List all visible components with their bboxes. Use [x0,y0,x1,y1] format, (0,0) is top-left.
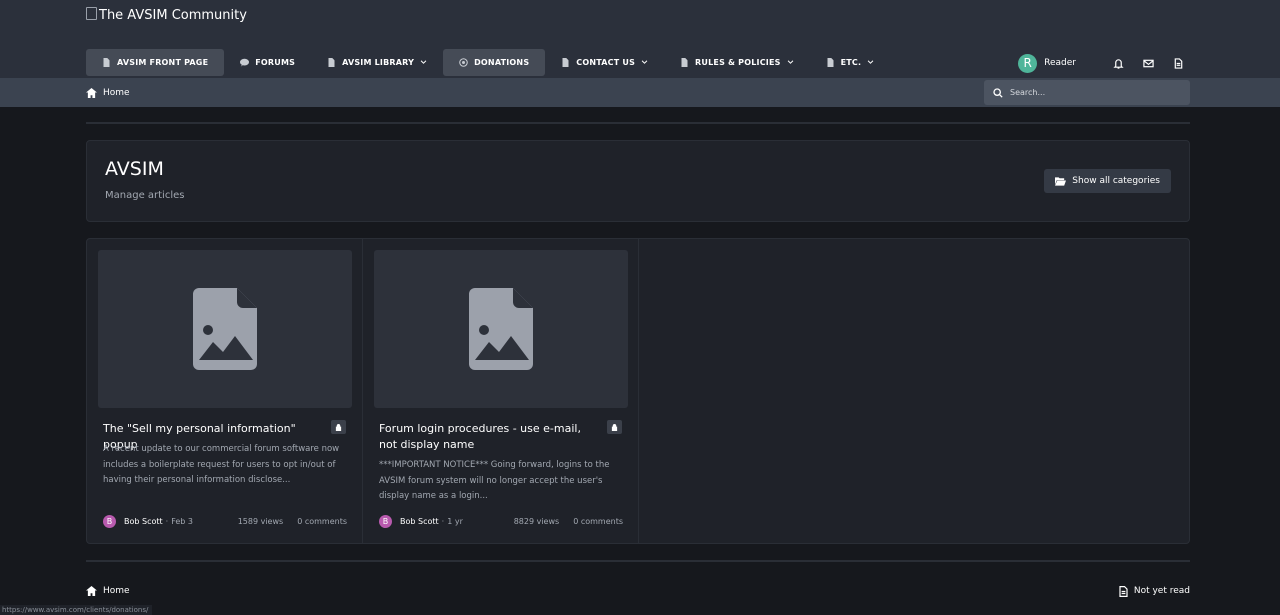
page-subtitle: Manage articles [105,190,185,201]
article-comments[interactable]: 0 comments [573,517,623,526]
image-file-icon [193,288,257,370]
footer-breadcrumb[interactable]: Home [86,585,130,597]
document-icon[interactable] [1173,57,1184,69]
chevron-down-icon [867,60,874,64]
article-card[interactable]: Forum login procedures - use e-mail, not… [363,239,639,543]
lock-badge [331,420,346,434]
donation-icon [459,58,468,67]
site-logo[interactable]: The AVSIM Community [86,7,247,23]
nav-label: AVSIM FRONT PAGE [117,58,209,67]
category-header: AVSIM Manage articles Show all categorie… [86,140,1190,222]
document-icon [681,58,688,67]
nav-etc[interactable]: ETC. [810,49,891,76]
breadcrumb-home[interactable]: Home [103,88,130,98]
document-icon [328,58,335,67]
author-name[interactable]: Bob Scott [400,517,439,526]
not-yet-read-link[interactable]: Not yet read [1119,585,1190,597]
image-file-icon [469,288,533,370]
logo-text: The AVSIM Community [99,8,247,23]
search-input[interactable] [1010,88,1170,97]
chevron-down-icon [420,60,427,64]
user-avatar[interactable]: R [1018,53,1038,73]
nav-label: DONATIONS [474,58,530,67]
user-area: R Reader [1018,53,1184,73]
broken-image-icon [86,7,97,20]
nav-rules-policies[interactable]: RULES & POLICIES [664,49,810,76]
divider [86,122,1190,124]
home-icon [86,586,97,596]
chevron-down-icon [641,60,648,64]
breadcrumb[interactable]: Home [86,78,130,107]
lock-icon [335,423,342,431]
article-thumbnail[interactable] [98,250,352,408]
show-all-categories-label: Show all categories [1072,176,1160,186]
main-nav: AVSIM FRONT PAGE FORUMS AVSIM LIBRARY DO… [86,49,890,76]
search-box[interactable] [984,80,1190,105]
article-comments[interactable]: 0 comments [297,517,347,526]
status-bar-url: https://www.avsim.com/clients/donations/ [0,605,153,615]
document-icon [827,58,834,67]
author-name[interactable]: Bob Scott [124,517,163,526]
site-header: The AVSIM Community AVSIM FRONT PAGE FOR… [0,0,1280,78]
breadcrumb-bar: Home [0,78,1280,107]
article-stats: 8829 views 0 comments [514,517,623,526]
lock-icon [611,423,618,431]
lock-badge [607,420,622,434]
divider [86,560,1190,562]
nav-label: AVSIM LIBRARY [342,58,415,67]
not-yet-read-label: Not yet read [1133,586,1190,596]
article-thumbnail[interactable] [374,250,628,408]
article-title[interactable]: Forum login procedures - use e-mail, not… [379,421,601,453]
document-icon [1119,585,1128,597]
nav-forums[interactable]: FORUMS [224,49,311,76]
article-grid: The "Sell my personal information" popup… [86,238,1190,544]
author-avatar[interactable]: B [379,514,392,528]
chevron-down-icon [787,60,793,64]
bell-icon[interactable] [1113,58,1124,69]
document-icon [562,58,569,67]
nav-label: ETC. [840,58,862,67]
article-card[interactable]: The "Sell my personal information" popup… [87,239,363,543]
nav-label: FORUMS [255,58,296,67]
article-meta: B Bob Scott · Feb 3 1589 views 0 comment… [103,514,347,528]
article-date: Feb 3 [171,516,193,526]
folder-open-icon [1055,177,1067,186]
nav-avsim-front-page[interactable]: AVSIM FRONT PAGE [86,49,225,76]
author-avatar[interactable]: B [103,514,116,528]
page-title: AVSIM [105,158,164,180]
user-name[interactable]: Reader [1044,58,1076,68]
article-meta: B Bob Scott · 1 yr 8829 views 0 comments [379,514,623,528]
nav-donations[interactable]: DONATIONS [443,49,546,76]
home-icon [86,87,97,98]
article-stats: 1589 views 0 comments [238,517,347,526]
meta-separator: · [165,516,169,526]
show-all-categories-button[interactable]: Show all categories [1044,169,1171,193]
nav-avsim-library[interactable]: AVSIM LIBRARY [311,49,443,76]
search-icon [993,87,1003,98]
article-date: 1 yr [447,516,463,526]
chat-bubble-icon [240,58,250,67]
article-description: ***IMPORTANT NOTICE*** Going forward, lo… [379,460,610,501]
nav-label: CONTACT US [576,58,636,67]
article-views: 8829 views [513,516,560,526]
footer-home[interactable]: Home [103,586,130,596]
article-description: A recent update to our commercial forum … [103,444,340,485]
nav-label: RULES & POLICIES [695,58,781,67]
nav-contact-us[interactable]: CONTACT US [545,49,664,76]
envelope-icon[interactable] [1143,58,1154,69]
article-views: 1589 views [237,516,284,526]
document-icon [103,58,110,67]
meta-separator: · [441,516,445,526]
